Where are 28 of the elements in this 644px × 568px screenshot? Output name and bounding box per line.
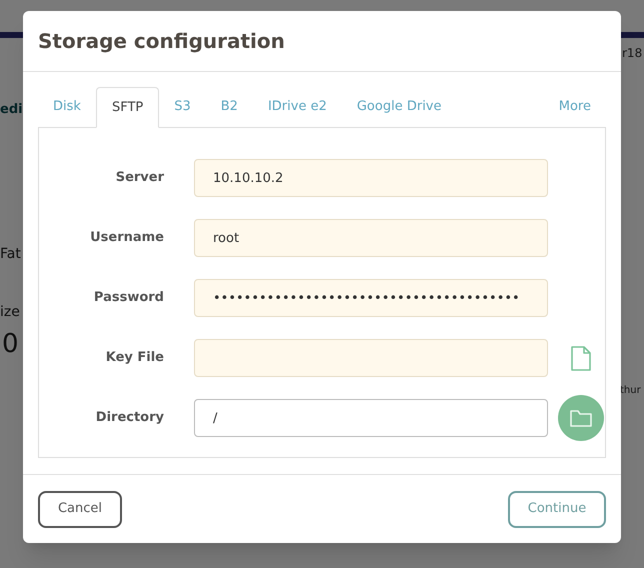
cancel-button[interactable]: Cancel <box>38 490 122 528</box>
field-label: Username <box>89 229 164 248</box>
folder-icon <box>570 409 592 427</box>
background-text: ize <box>0 303 20 322</box>
background-text: thur <box>620 384 641 398</box>
tab[interactable]: Disk <box>38 86 96 127</box>
background-text: 0 <box>2 328 19 361</box>
tab[interactable]: More <box>544 86 606 127</box>
tab[interactable]: S3 <box>159 86 206 127</box>
tab[interactable]: IDrive e2 <box>252 86 342 127</box>
input-field[interactable]: •••••••••••••••••••••••••••••••••••••••• <box>194 279 548 317</box>
input-field[interactable]: root <box>194 219 548 257</box>
dialog-title: Storage configuration <box>38 28 285 55</box>
continue-button[interactable]: Continue <box>508 490 606 528</box>
input-field[interactable] <box>194 339 548 377</box>
tab[interactable]: Google Drive <box>342 86 456 127</box>
folder-button[interactable] <box>558 395 604 441</box>
field-label: Key File <box>104 349 164 368</box>
field-label: Password <box>92 289 164 308</box>
file-icon[interactable] <box>571 346 591 370</box>
field-label: Directory <box>94 409 164 428</box>
tab[interactable]: B2 <box>206 86 253 127</box>
background-text: r18 <box>622 45 642 62</box>
background-text: Fat <box>0 245 21 264</box>
input-field[interactable]: / <box>194 399 548 437</box>
tab[interactable]: SFTP <box>96 87 160 128</box>
field-label: Server <box>114 169 164 188</box>
input-field[interactable]: 10.10.10.2 <box>194 159 548 197</box>
